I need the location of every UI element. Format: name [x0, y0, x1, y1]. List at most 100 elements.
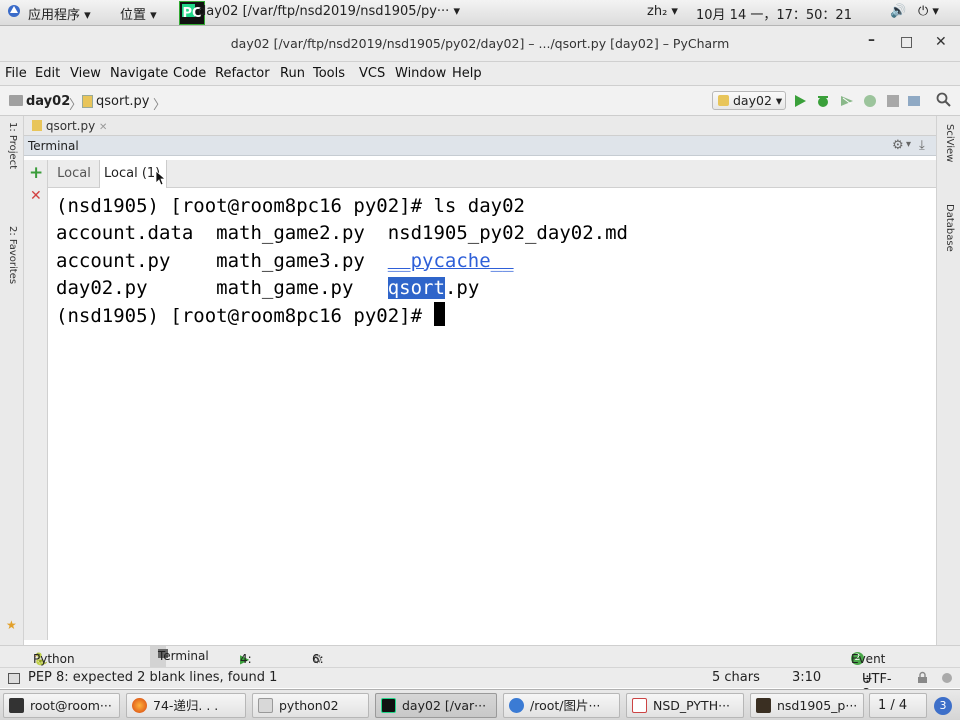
terminal-line-text: account.py math_game3.py: [56, 249, 388, 272]
tool-window-bar: 🐍 Python Console Terminal ▶ 4: Run ⚙ 6: …: [0, 645, 960, 680]
settings-dropdown-icon[interactable]: ▾: [906, 139, 911, 150]
navigation-bar: day02 〉 qsort.py 〉 day02 ▾: [0, 86, 960, 116]
python-file-icon: [82, 95, 93, 108]
python-config-icon: [718, 95, 729, 106]
debug-icon[interactable]: [816, 94, 830, 108]
terminal-prompt: (nsd1905) [root@room8pc16 py02]#: [56, 305, 434, 328]
workspace-switcher[interactable]: 1 / 4: [869, 693, 927, 718]
task-label: day02 [/var···: [402, 698, 487, 713]
places-menu[interactable]: 位置 ▾: [120, 4, 157, 23]
task-document[interactable]: NSD_PYTH···: [626, 693, 744, 718]
taskbar: root@room··· 74-递归. . . python02 day02 […: [0, 689, 960, 720]
task-label: /root/图片···: [530, 698, 601, 713]
terminal-line-text: .py: [444, 276, 480, 299]
menu-edit[interactable]: Edit: [35, 66, 60, 81]
menu-file[interactable]: File: [5, 66, 27, 81]
run-config-selector[interactable]: day02 ▾: [712, 91, 786, 110]
sciview-tool-button[interactable]: SciView: [944, 124, 955, 162]
settings-gear-icon[interactable]: ⚙: [892, 138, 904, 153]
project-tool-button[interactable]: 1: Project: [7, 122, 18, 169]
active-window-title[interactable]: day02 [/var/ftp/nsd2019/nsd1905/py··· ▾: [198, 4, 460, 19]
status-bar: PEP 8: expected 2 blank lines, found 1 5…: [0, 667, 960, 702]
new-session-icon[interactable]: +: [29, 163, 43, 183]
close-button[interactable]: ✕: [935, 34, 947, 50]
status-message: PEP 8: expected 2 blank lines, found 1: [28, 670, 278, 685]
applications-menu[interactable]: 应用程序 ▾: [28, 4, 91, 23]
lock-icon[interactable]: [916, 671, 930, 685]
status-toggle-icon[interactable]: [8, 673, 20, 684]
caret-position[interactable]: 3:10: [792, 670, 821, 685]
volume-icon[interactable]: 🔊: [890, 4, 906, 19]
firefox-icon: [132, 698, 147, 713]
terminal-title: Terminal: [28, 139, 79, 153]
breadcrumb-file[interactable]: qsort.py: [96, 94, 150, 109]
editor-tab-qsort[interactable]: qsort.py ✕: [32, 119, 107, 133]
terminal-selection: qsort: [387, 276, 445, 299]
project-structure-icon[interactable]: [907, 94, 921, 108]
terminal-output[interactable]: (nsd1905) [root@room8pc16 py02]# ls day0…: [48, 189, 936, 640]
search-icon[interactable]: [936, 92, 951, 107]
pycharm-icon: [381, 698, 396, 713]
menu-help[interactable]: Help: [452, 66, 482, 81]
task-label: NSD_PYTH···: [653, 698, 731, 713]
stop-icon[interactable]: [886, 94, 900, 108]
close-tab-icon[interactable]: ✕: [99, 122, 107, 133]
apps-icon[interactable]: [6, 3, 22, 23]
favorites-tool-button[interactable]: 2: Favorites: [7, 226, 18, 284]
profile-icon[interactable]: [863, 94, 877, 108]
maximize-button[interactable]: □: [900, 34, 913, 50]
terminal-cursor: [433, 302, 445, 327]
terminal-tool-label: Terminal: [158, 649, 209, 663]
terminal-line-text: day02.py math_game.py: [56, 276, 388, 299]
selection-char-count: 5 chars: [712, 670, 760, 685]
document-icon: [258, 698, 273, 713]
task-nsd1905[interactable]: nsd1905_p···: [750, 693, 864, 718]
input-method-indicator[interactable]: zh₂ ▾: [647, 4, 678, 19]
breadcrumb-project[interactable]: day02: [26, 94, 70, 109]
terminal-tool-tab[interactable]: Terminal: [150, 646, 209, 668]
window-titlebar: day02 [/var/ftp/nsd2019/nsd1905/py02/day…: [0, 26, 960, 62]
menu-window[interactable]: Window: [395, 66, 446, 81]
terminal-line: account.py math_game3.py __pycache__: [56, 248, 936, 275]
task-terminal[interactable]: root@room···: [3, 693, 120, 718]
menu-tools[interactable]: Tools: [313, 66, 345, 81]
menu-vcs[interactable]: VCS: [359, 66, 385, 81]
task-pycharm[interactable]: day02 [/var···: [375, 693, 497, 718]
minimize-button[interactable]: –: [868, 32, 875, 48]
terminal-line: day02.py math_game.py qsort.py: [56, 275, 936, 302]
terminal-tab-local-1-label: Local (1): [104, 166, 161, 181]
task-label: 74-递归. . .: [153, 698, 219, 713]
image-viewer-icon: [509, 698, 524, 713]
clock[interactable]: 10月 14 一，17：50：21: [696, 4, 852, 23]
breadcrumb-separator-end: 〉: [153, 98, 167, 113]
terminal-tab-local[interactable]: Local: [50, 160, 98, 188]
coverage-icon[interactable]: [840, 94, 854, 108]
editor-tabs: qsort.py ✕: [24, 116, 936, 136]
task-firefox[interactable]: 74-递归. . .: [126, 693, 246, 718]
menu-view[interactable]: View: [70, 66, 101, 81]
menu-refactor[interactable]: Refactor: [215, 66, 270, 81]
terminal-line: (nsd1905) [root@room8pc16 py02]# ls day0…: [56, 195, 525, 217]
terminal-header: Terminal ⚙ ▾ ⤓: [24, 136, 936, 156]
run-icon[interactable]: [793, 94, 807, 108]
favorites-star-icon: ★: [6, 618, 17, 632]
close-session-icon[interactable]: ✕: [30, 188, 42, 204]
menu-run[interactable]: Run: [280, 66, 305, 81]
power-icon[interactable]: ⏻ ▾: [918, 4, 939, 19]
folder-icon: [9, 95, 23, 106]
task-image-viewer[interactable]: /root/图片···: [503, 693, 620, 718]
task-python02[interactable]: python02: [252, 693, 369, 718]
database-tool-button[interactable]: Database: [944, 204, 955, 252]
hide-panel-icon[interactable]: ⤓: [919, 138, 925, 153]
task-label: nsd1905_p···: [777, 698, 858, 713]
notification-badge[interactable]: 3: [934, 697, 952, 715]
python-file-icon: [32, 120, 42, 131]
menu-navigate[interactable]: Navigate: [110, 66, 168, 81]
mouse-cursor-icon: [155, 170, 167, 190]
terminal-tabs: Local Local (1): [24, 160, 936, 188]
right-tool-stripe: SciView Database: [936, 116, 960, 646]
menu-code[interactable]: Code: [173, 66, 206, 81]
task-label: python02: [279, 698, 339, 713]
inspector-icon[interactable]: [940, 671, 954, 689]
menu-bar: File Edit View Navigate Code Refactor Ru…: [0, 62, 960, 86]
